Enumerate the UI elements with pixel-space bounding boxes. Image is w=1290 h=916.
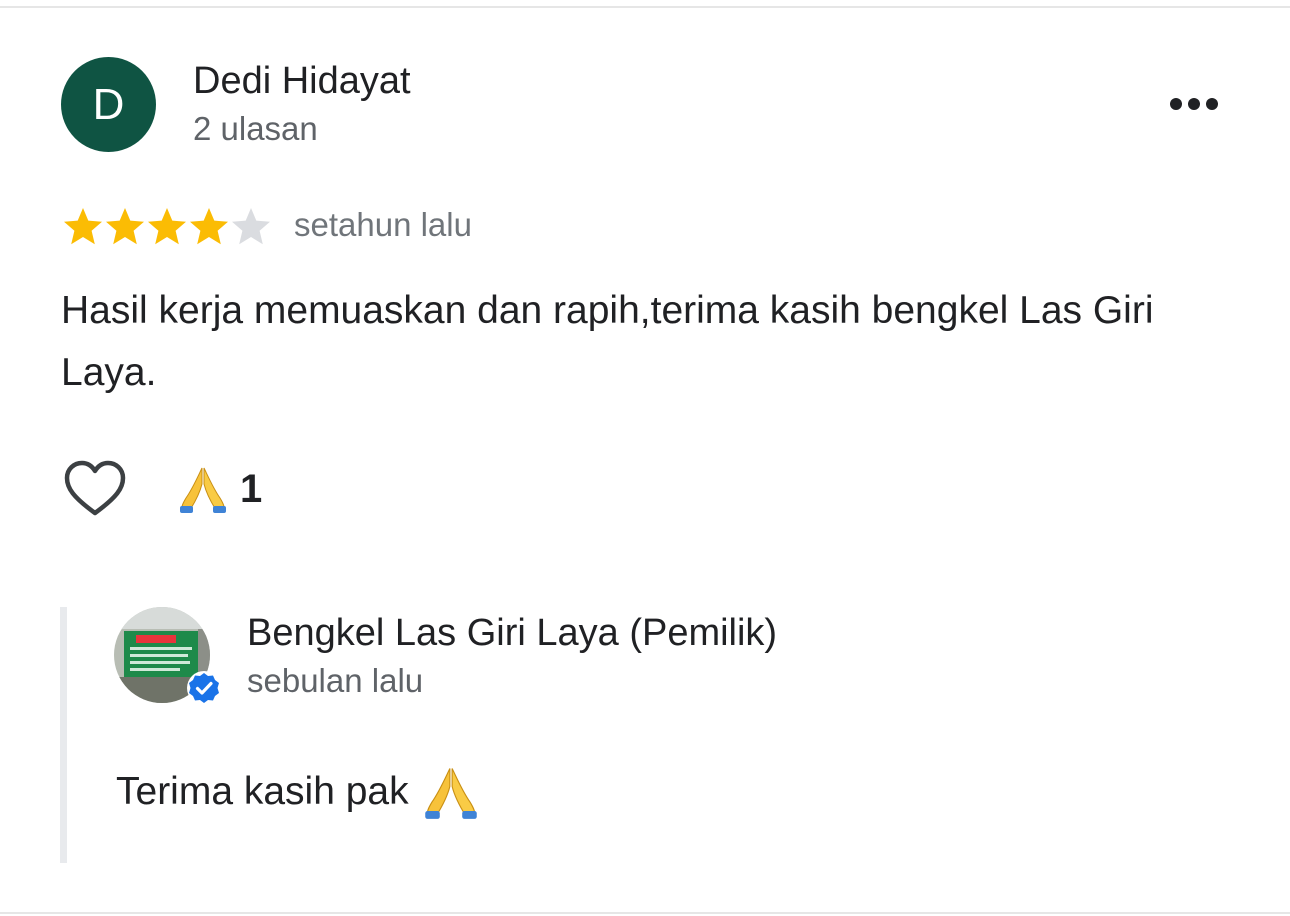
owner-name[interactable]: Bengkel Las Giri Laya (Pemilik) bbox=[247, 612, 777, 655]
bottom-divider bbox=[0, 912, 1290, 914]
more-options-dot bbox=[1206, 98, 1218, 110]
like-button[interactable] bbox=[63, 460, 127, 518]
more-options-dot bbox=[1188, 98, 1200, 110]
heart-outline-icon bbox=[64, 460, 126, 516]
top-divider bbox=[0, 6, 1290, 8]
reviewer-name[interactable]: Dedi Hidayat bbox=[193, 60, 411, 103]
reviewer-review-count: 2 ulasan bbox=[193, 110, 318, 147]
reply-text: Terima kasih pak bbox=[116, 764, 479, 820]
star-filled-icon bbox=[106, 208, 144, 245]
review-time: setahun lalu bbox=[294, 206, 472, 243]
reviewer-initial: D bbox=[92, 79, 125, 129]
reviewer-avatar[interactable]: D bbox=[61, 57, 156, 152]
star-rating bbox=[62, 206, 272, 248]
reply-text-content: Terima kasih pak bbox=[116, 770, 409, 813]
reaction-count: 1 bbox=[240, 466, 263, 511]
reaction-button[interactable]: 1 bbox=[178, 462, 262, 516]
more-options-icon bbox=[1170, 98, 1182, 110]
star-filled-icon bbox=[148, 208, 186, 245]
verified-badge-icon bbox=[187, 671, 221, 705]
star-empty-icon bbox=[232, 208, 270, 245]
reply-time: sebulan lalu bbox=[247, 662, 424, 699]
star-filled-icon bbox=[64, 208, 102, 245]
folded-hands-icon bbox=[180, 467, 226, 513]
star-filled-icon bbox=[190, 208, 228, 245]
folded-hands-icon bbox=[424, 768, 477, 819]
review-text: Hasil kerja memuaskan dan rapih,terima k… bbox=[61, 289, 1154, 394]
reply-indent-bar bbox=[60, 607, 67, 863]
more-options-button[interactable] bbox=[1164, 90, 1224, 118]
